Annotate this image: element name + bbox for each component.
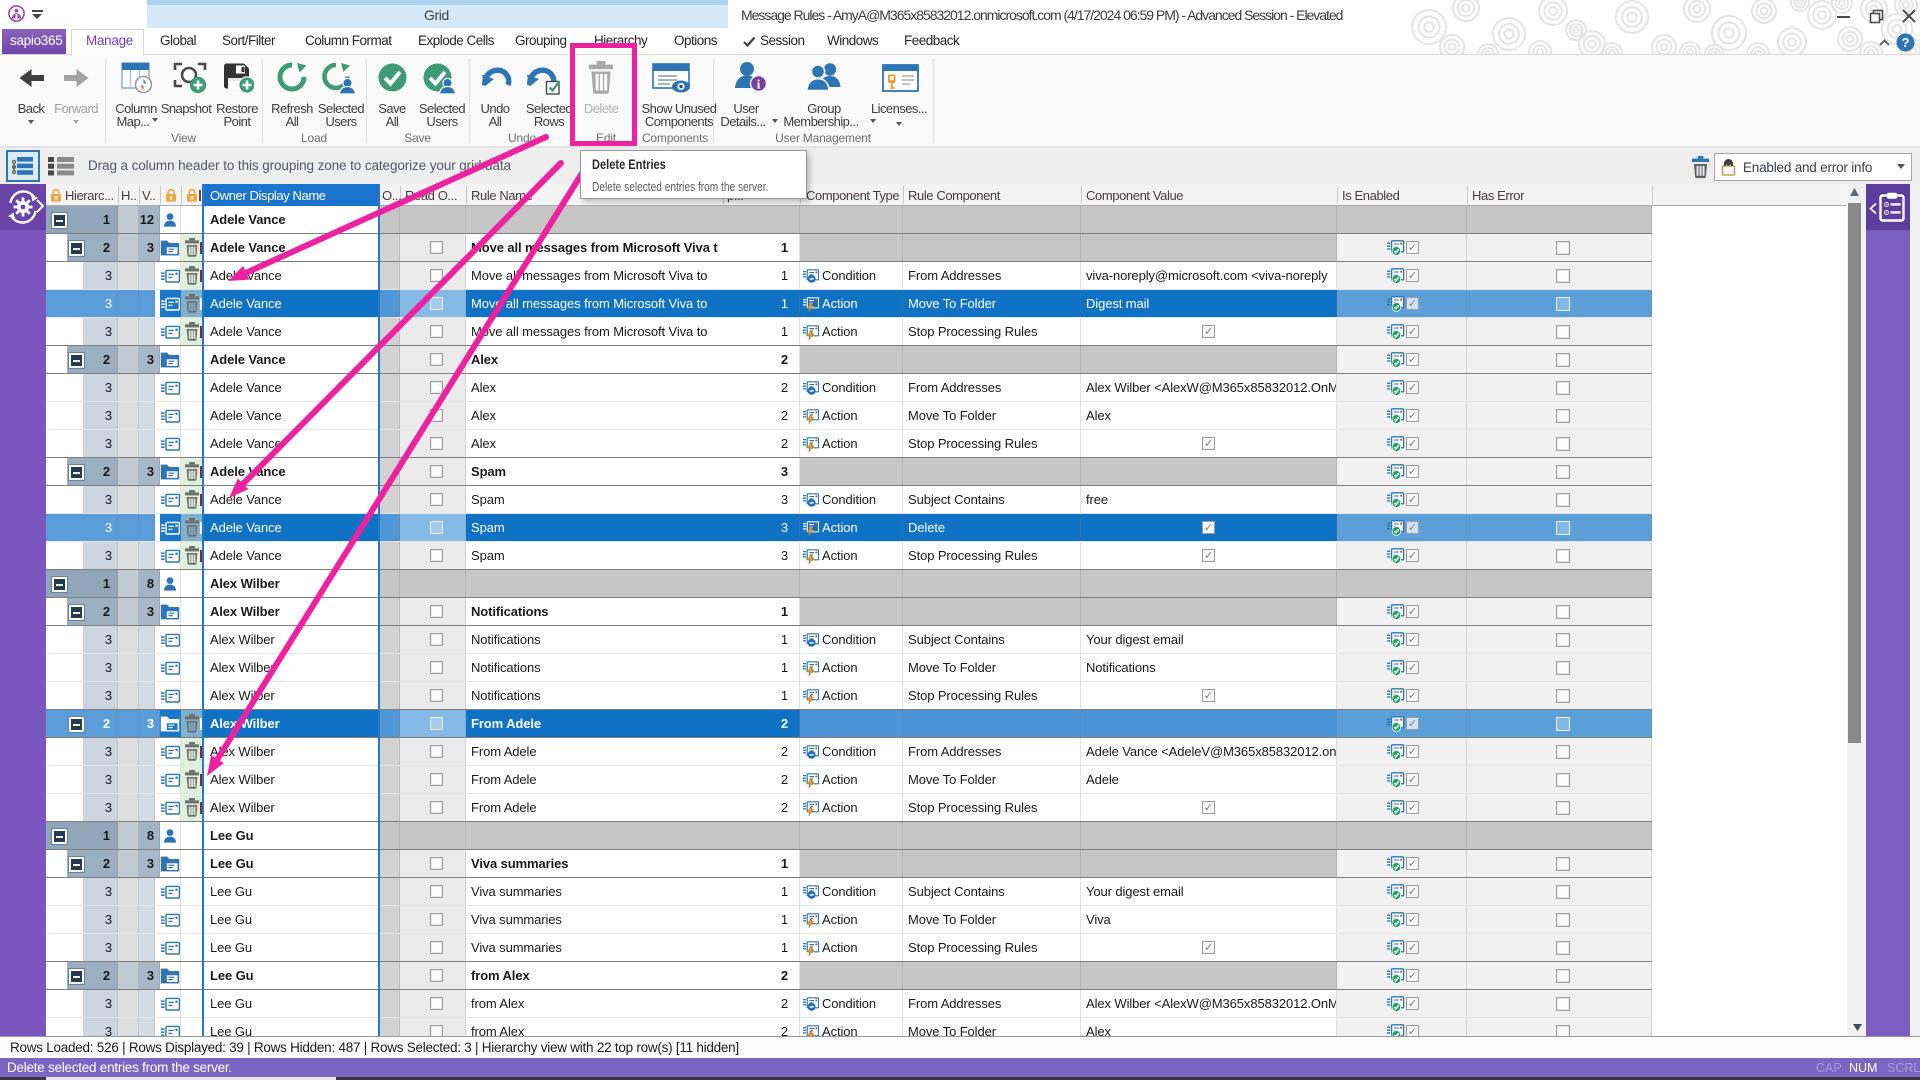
svg-text:i: i: [757, 77, 761, 92]
svg-text:?: ?: [1902, 35, 1910, 50]
